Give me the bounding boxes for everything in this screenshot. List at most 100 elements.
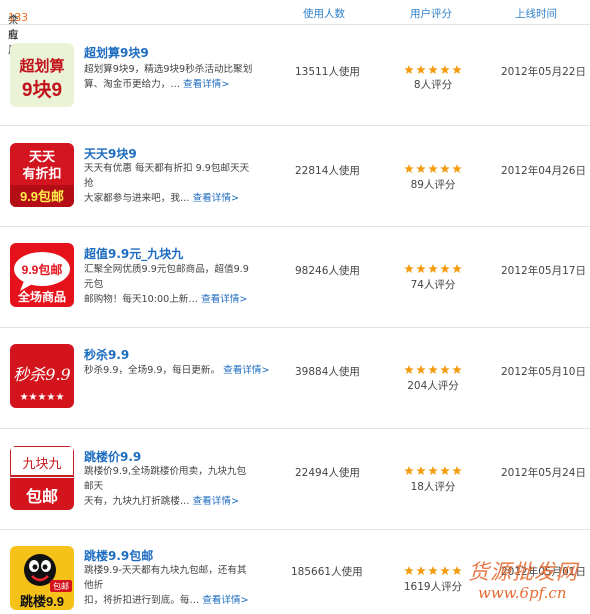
star-icon — [440, 365, 450, 375]
usage-count: 98246人使用 — [295, 265, 360, 277]
star-icon — [428, 164, 438, 174]
launch-date: 2012年04月26日 — [501, 165, 586, 177]
app-logo[interactable]: 超划算 9块9 — [10, 43, 74, 107]
rating-stars — [403, 264, 463, 274]
launch-date: 2012年05月22日 — [501, 66, 586, 78]
app-logo[interactable]: 9.9包邮 全场商品 — [10, 243, 74, 307]
view-details-link[interactable]: 查看详情> — [223, 365, 269, 376]
app-row: 九块九 包邮 跳楼价9.9 跳楼价9.9,全场跳楼价甩卖，九块九包邮天 天有，九… — [0, 429, 590, 530]
svg-text:全场商品: 全场商品 — [17, 289, 66, 304]
app-title-link[interactable]: 跳楼价9.9 — [84, 448, 141, 465]
rating-stars — [403, 466, 463, 476]
app-description: 秒杀9.9，全场9.9，每日更新。 查看详情> — [84, 365, 270, 376]
star-icon — [404, 164, 414, 174]
launch-date: 2012年05月24日 — [501, 467, 586, 479]
star-icon — [440, 566, 450, 576]
app-row: 秒杀9.9 ★★★★★ 秒杀9.9 秒杀9.9，全场9.9，每日更新。 查看详情… — [0, 328, 590, 429]
app-description: 超划算9块9，精选9块9秒杀活动比聚划 算、淘金币更给力，… 查看详情> — [84, 64, 253, 90]
app-description: 汇聚全网优质9.9元包邮商品，超值9.9元包 邮购物！每天10:00上新… 查看… — [84, 264, 249, 305]
star-icon — [428, 365, 438, 375]
column-header-users[interactable]: 使用人数 — [303, 6, 345, 21]
app-logo[interactable]: 天天 有折扣 9.9包邮 — [10, 143, 74, 207]
svg-text:9.9包邮: 9.9包邮 — [22, 262, 63, 277]
rating-count: 1619人评分 — [403, 581, 463, 593]
star-icon — [440, 466, 450, 476]
app-description: 跳楼9.9-天天都有九块九包邮，还有其他折 扣，将折扣进行到底。每… 查看详情> — [84, 565, 249, 606]
rating-stars — [403, 365, 463, 375]
star-icon — [416, 566, 426, 576]
usage-count: 13511人使用 — [295, 66, 360, 78]
svg-text:9块9: 9块9 — [22, 79, 62, 101]
svg-text:★★★★★: ★★★★★ — [20, 392, 65, 403]
star-icon — [416, 164, 426, 174]
svg-text:9.9包邮: 9.9包邮 — [20, 189, 64, 204]
usage-count: 22494人使用 — [295, 467, 360, 479]
star-icon — [428, 65, 438, 75]
star-icon — [440, 164, 450, 174]
usage-count: 185661人使用 — [291, 566, 363, 578]
column-header-rating[interactable]: 用户评分 — [410, 6, 452, 21]
star-icon — [404, 65, 414, 75]
star-icon — [404, 264, 414, 274]
usage-count: 39884人使用 — [295, 366, 360, 378]
star-icon — [428, 566, 438, 576]
watermark-text: 货源批发网 — [468, 560, 578, 584]
star-icon — [452, 264, 462, 274]
svg-text:包邮: 包邮 — [53, 581, 69, 591]
site-watermark: 货源批发网 www.6pf.cn — [468, 548, 586, 608]
svg-text:包邮: 包邮 — [26, 487, 58, 506]
view-details-link[interactable]: 查看详情> — [201, 294, 247, 305]
rating-stars — [403, 566, 463, 576]
star-icon — [428, 264, 438, 274]
watermark-url: www.6pf.cn — [478, 584, 567, 602]
svg-text:有折扣: 有折扣 — [22, 166, 61, 181]
view-details-link[interactable]: 查看详情> — [202, 595, 248, 606]
svg-text:秒杀9.9: 秒杀9.9 — [13, 365, 70, 384]
app-row: 9.9包邮 全场商品 超值9.9元_九块九 汇聚全网优质9.9元包邮商品，超值9… — [0, 227, 590, 328]
app-title-link[interactable]: 超划算9块9 — [84, 44, 149, 61]
star-icon — [404, 466, 414, 476]
rating-count: 204人评分 — [407, 380, 459, 392]
column-header-date[interactable]: 上线时间 — [515, 6, 557, 21]
star-icon — [452, 65, 462, 75]
view-details-link[interactable]: 查看详情> — [183, 79, 229, 90]
rating-count: 89人评分 — [410, 179, 456, 191]
star-icon — [428, 466, 438, 476]
app-logo[interactable]: 九块九 包邮 — [10, 446, 74, 510]
star-icon — [452, 566, 462, 576]
star-icon — [440, 264, 450, 274]
star-icon — [452, 164, 462, 174]
app-logo[interactable]: 秒杀9.9 ★★★★★ — [10, 344, 74, 408]
svg-text:超划算: 超划算 — [18, 57, 64, 75]
rating-count: 74人评分 — [410, 279, 456, 291]
svg-text:跳楼9.9: 跳楼9.9 — [20, 594, 64, 609]
view-details-link[interactable]: 查看详情> — [193, 193, 239, 204]
launch-date: 2012年05月17日 — [501, 265, 586, 277]
app-title-link[interactable]: 超值9.9元_九块九 — [84, 245, 183, 262]
rating-count: 18人评分 — [410, 481, 456, 493]
app-title-link[interactable]: 跳楼9.9包邮 — [84, 547, 153, 564]
usage-count: 22814人使用 — [295, 165, 360, 177]
list-header: 共有133个应用 使用人数 用户评分 上线时间 — [0, 0, 590, 56]
star-icon — [416, 466, 426, 476]
star-icon — [416, 365, 426, 375]
star-icon — [416, 65, 426, 75]
app-title-link[interactable]: 秒杀9.9 — [84, 346, 129, 363]
svg-text:九块九: 九块九 — [22, 457, 61, 472]
app-description: 跳楼价9.9,全场跳楼价甩卖，九块九包邮天 天有，九块九打折跳楼… 查看详情> — [84, 466, 247, 507]
app-title-link[interactable]: 天天9块9 — [84, 145, 137, 162]
rating-count: 8人评分 — [413, 79, 453, 91]
star-icon — [452, 466, 462, 476]
star-icon — [416, 264, 426, 274]
launch-date: 2012年05月10日 — [501, 366, 586, 378]
rating-stars — [403, 164, 463, 174]
svg-text:天天: 天天 — [29, 149, 56, 164]
star-icon — [404, 365, 414, 375]
star-icon — [452, 365, 462, 375]
star-icon — [404, 566, 414, 576]
star-icon — [440, 65, 450, 75]
view-details-link[interactable]: 查看详情> — [193, 496, 239, 507]
rating-stars — [403, 65, 463, 75]
app-logo[interactable]: 包邮 跳楼9.9 — [10, 546, 74, 610]
app-description: 天天有优惠 每天都有折扣 9.9包邮天天抢 大家都参与进来吧，我… 查看详情> — [84, 163, 250, 204]
